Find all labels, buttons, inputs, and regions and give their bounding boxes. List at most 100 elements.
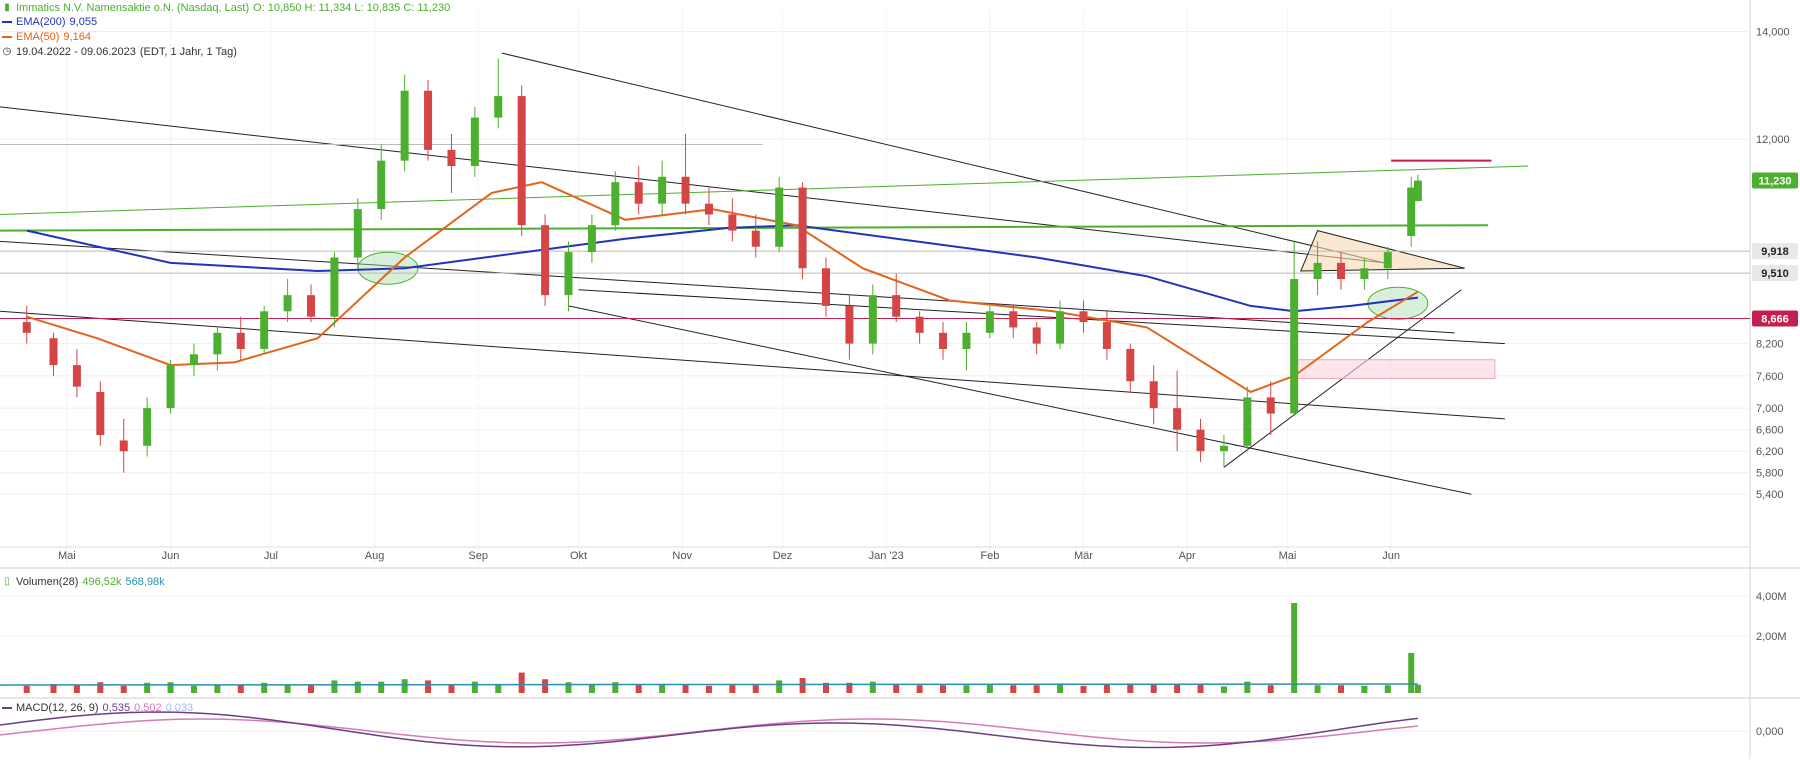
x-tick-label: Mär (1074, 550, 1093, 562)
volume-bar (331, 680, 338, 693)
volume-bar (705, 685, 712, 693)
x-tick-label: Feb (980, 550, 999, 562)
ema50-legend[interactable]: EMA(50) 9,164 (2, 30, 91, 44)
volume-bar (729, 685, 736, 693)
x-tick-label: Dez (773, 550, 793, 562)
y-tick-label: 6,600 (1756, 425, 1784, 437)
volume-bar (495, 684, 502, 693)
candle-body (517, 96, 526, 226)
x-tick-label: Mai (1279, 550, 1297, 562)
candle-body (189, 354, 198, 366)
volume-bar (448, 685, 455, 693)
volume-bar (1150, 684, 1157, 693)
candle-body (72, 365, 81, 387)
volume-bar (1244, 681, 1251, 693)
y-tick-label: 8,200 (1756, 339, 1784, 351)
candle-body (634, 182, 643, 204)
date-range: 19.04.2022 - 09.06.2023 (16, 46, 136, 58)
volume-bar (635, 684, 642, 693)
candle-body (892, 295, 901, 317)
volume-bar (1033, 685, 1040, 693)
candle-body (751, 230, 760, 247)
y-tick-label: 7,000 (1756, 403, 1784, 415)
volume-bar (1337, 685, 1344, 693)
candle-body (1413, 180, 1422, 202)
candle-body (611, 182, 620, 226)
candle-body (307, 295, 315, 317)
volume-bar (1414, 684, 1421, 693)
volume-value-1: 496,52k (82, 576, 122, 588)
candle (330, 252, 339, 328)
candle-body (939, 332, 948, 349)
volume-bars-icon: ▯ (4, 576, 10, 587)
candle-body (236, 332, 245, 349)
candle-body (587, 225, 596, 253)
volume-bar (916, 685, 923, 693)
volume-bar (1197, 684, 1204, 693)
candle-body (494, 96, 503, 118)
volume-bar (659, 684, 666, 693)
volume-bar (378, 681, 385, 693)
volume-bar (682, 684, 689, 693)
volume-bar (284, 685, 291, 693)
candle-body (1079, 311, 1088, 323)
macd-legend: MACD(12, 26, 9) 0,535 0,502 0,033 (2, 701, 193, 715)
candle-body (166, 365, 175, 409)
candle-body (213, 332, 222, 355)
candle-body (1009, 311, 1018, 328)
candle-body (1313, 262, 1322, 280)
y-tick-label: 14,000 (1756, 27, 1790, 39)
candle-body (119, 440, 128, 452)
candle-body (1383, 252, 1392, 269)
candle-body (821, 268, 830, 306)
ema50-swatch (2, 36, 12, 38)
x-tick-label: Jul (264, 550, 278, 562)
candle (775, 176, 784, 253)
candle-body (447, 149, 456, 167)
volume-bar (190, 685, 197, 693)
volume-bar (893, 684, 900, 693)
y-tick-label: 6,200 (1756, 446, 1784, 458)
x-tick-label: Jun (162, 550, 180, 562)
volume-bar (1314, 685, 1321, 693)
volume-bar (869, 681, 876, 693)
macd-swatch (2, 707, 12, 709)
candle-body (377, 160, 386, 210)
candlestick-chart: 14,000 12,000 8,200 7,600 7,000 6,600 6,200 5,8… (0, 0, 1800, 759)
y-tick-label: 5,400 (1756, 489, 1784, 501)
macd-label: MACD(12, 26, 9) (16, 702, 99, 714)
x-tick-label: Jun (1382, 550, 1400, 562)
volume-bar (518, 672, 525, 693)
y-tick-label: 12,000 (1756, 134, 1790, 146)
volume-bar (120, 685, 127, 693)
candle (424, 79, 433, 161)
candle-body (143, 408, 152, 446)
candle-body (470, 117, 479, 167)
candle-body (564, 252, 573, 296)
price-label-text: 8,666 (1761, 314, 1789, 326)
price-label-text: 9,918 (1761, 246, 1789, 258)
volume-average-line (0, 683, 1418, 686)
volume-bar (565, 682, 572, 693)
volume-bar (1103, 684, 1110, 693)
volume-bar (167, 682, 174, 693)
candle-body (868, 295, 877, 344)
volume-bar (97, 682, 104, 693)
volume-bar (1220, 686, 1227, 693)
candlestick-icon: ▮ (4, 2, 10, 13)
volume-bar (425, 680, 432, 693)
volume-bar (1174, 684, 1181, 693)
volume-bar (752, 685, 759, 693)
ema200-legend[interactable]: EMA(200) 9,055 (2, 15, 97, 29)
candle-body (728, 214, 737, 231)
volume-label: Volumen(28) (16, 576, 79, 588)
volume-legend: ▯ Volumen(28) 496,52k 568,98k (2, 575, 164, 589)
candle (798, 182, 807, 280)
price-label-text: 11,230 (1758, 176, 1791, 188)
macd-tick-label: 0,000 (1756, 726, 1784, 738)
chart-stage: 14,000 12,000 8,200 7,600 7,000 6,600 6,200 5,8… (0, 0, 1800, 759)
volume-tick-label: 2,00M (1756, 631, 1787, 643)
volume-bar (542, 679, 549, 693)
x-tick-label: Sep (468, 550, 488, 562)
volume-bar (1267, 685, 1274, 693)
